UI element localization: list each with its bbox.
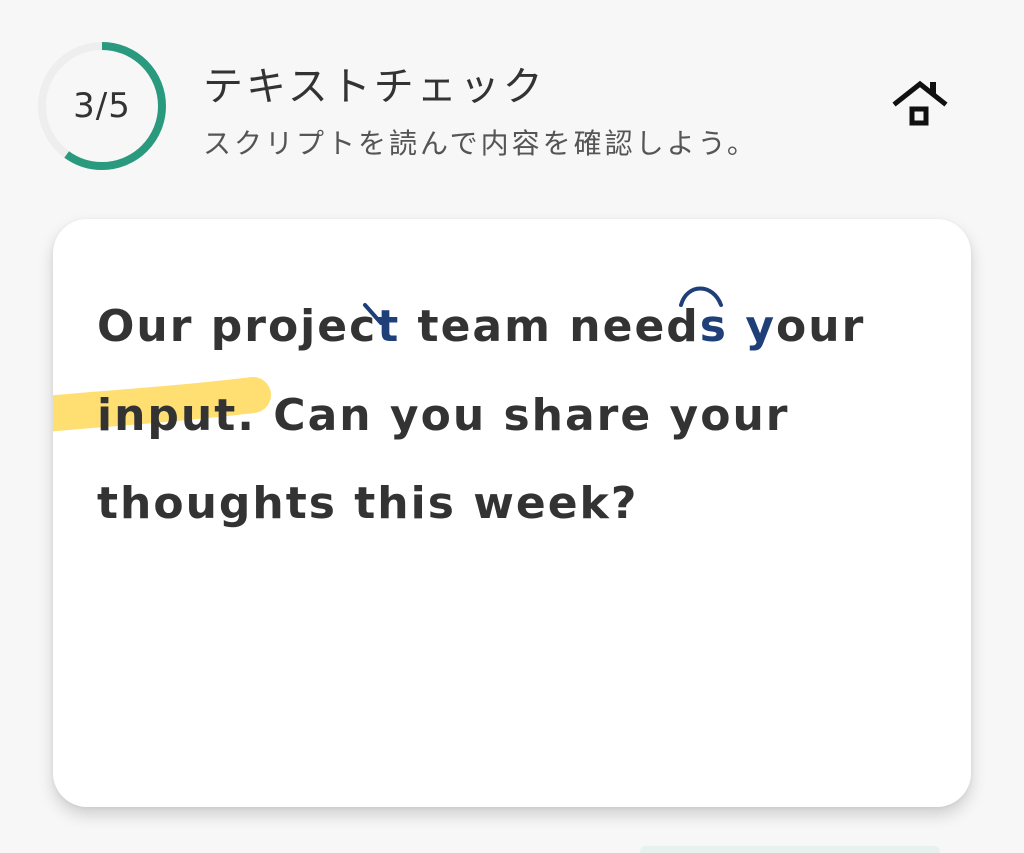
script-text: our — [776, 301, 866, 352]
script-line-1: Our project team needs your — [97, 301, 865, 352]
script-line-3: thoughts this week? — [97, 478, 639, 529]
script-text: team need — [400, 301, 700, 352]
bottom-edge-hint — [640, 846, 940, 853]
home-icon — [892, 80, 948, 126]
home-button[interactable] — [890, 76, 950, 132]
script-line-2: input. Can you share your — [97, 390, 789, 441]
page-subtitle: スクリプトを読んで内容を確認しよう。 — [203, 127, 758, 160]
mark-linked-t: t — [377, 301, 401, 352]
script-text — [728, 301, 745, 352]
progress-ring: 3/5 — [36, 40, 168, 172]
script-text: Our projec — [97, 301, 378, 352]
script-text: Can you share your — [255, 390, 790, 441]
page-title: テキストチェック — [203, 64, 546, 110]
highlighted-word: input. — [97, 390, 256, 441]
mark-linked-y: y — [745, 301, 777, 352]
mark-linked-s: s — [699, 301, 728, 352]
script-card: Our project team needs your input. Can y… — [53, 219, 971, 807]
text-check-screen: 3/5 テキストチェック スクリプトを読んで内容を確認しよう。 Our proj… — [0, 0, 1024, 853]
progress-label: 3/5 — [73, 86, 131, 126]
